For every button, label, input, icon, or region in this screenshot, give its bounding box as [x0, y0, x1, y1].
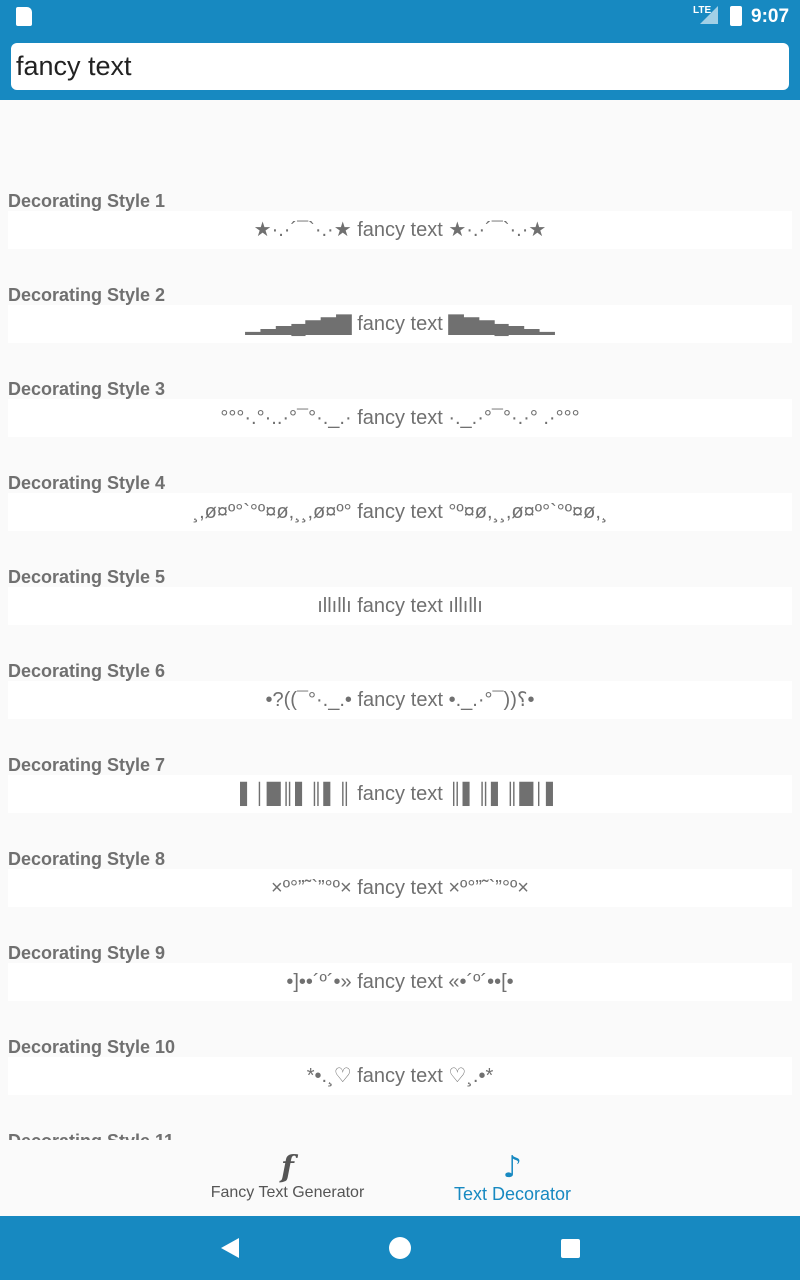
style-label: Decorating Style 9	[8, 943, 166, 963]
style-label: Decorating Style 11	[8, 1131, 174, 1140]
style-label: Decorating Style 2	[8, 285, 166, 305]
home-icon[interactable]	[389, 1237, 411, 1259]
style-label: Decorating Style 5	[8, 567, 166, 587]
style-label: Decorating Style 4	[8, 473, 166, 493]
battery-icon	[730, 6, 742, 26]
style-label: Decorating Style 10	[8, 1037, 176, 1057]
system-nav-bar	[0, 1216, 800, 1280]
recents-icon[interactable]	[561, 1239, 580, 1258]
bottom-tabs: f Fancy Text Generator ♪ Text Decorator	[0, 1140, 800, 1216]
app-bar	[0, 32, 800, 100]
decorated-text[interactable]: °°°·.°·..·°¯°·._.· fancy text ·._.·°¯°·.…	[8, 399, 792, 437]
music-note-icon: ♪	[502, 1150, 523, 1185]
decorated-text[interactable]: ▌│█║▌║▌║ fancy text ║▌║▌║█│▌	[8, 775, 792, 813]
status-bar: LTE 9:07	[0, 0, 800, 32]
decorated-text[interactable]: ¸,ø¤º°`°º¤ø,¸¸,ø¤º° fancy text °º¤ø,¸¸,ø…	[8, 493, 792, 531]
style-label: Decorating Style 8	[8, 849, 166, 869]
style-label: Decorating Style 3	[8, 379, 166, 399]
style-label: Decorating Style 1	[8, 191, 166, 211]
decorated-text[interactable]: *•.¸♡ fancy text ♡¸.•*	[8, 1057, 792, 1095]
decorated-text[interactable]: ıllıllı fancy text ıllıllı	[8, 587, 792, 625]
decorated-text[interactable]: •?((¯°·._.• fancy text •._.·°¯))؟•	[8, 681, 792, 719]
back-icon[interactable]	[221, 1238, 239, 1258]
decorated-text[interactable]: ×º°”˜`”°º× fancy text ×º°”˜`”°º×	[8, 869, 792, 907]
script-f-icon: f	[281, 1150, 294, 1185]
tab-text-decorator[interactable]: ♪ Text Decorator	[400, 1140, 625, 1216]
sd-card-icon	[16, 7, 32, 26]
decorated-text[interactable]: ▁▂▃▄▅▆▇ fancy text ▇▆▅▄▃▂▁	[8, 305, 792, 343]
decorated-text[interactable]: •]••´º´•» fancy text «•´º´••[•	[8, 963, 792, 1001]
clock: 9:07	[751, 6, 790, 27]
style-label: Decorating Style 7	[8, 755, 166, 775]
decorated-text[interactable]: ★·.·´¯`·.·★ fancy text ★·.·´¯`·.·★	[8, 211, 792, 249]
style-label: Decorating Style 6	[8, 661, 166, 681]
search-input[interactable]	[11, 43, 789, 90]
tab-fancy-text-generator[interactable]: f Fancy Text Generator	[175, 1140, 400, 1216]
decoration-list: Decorating Style 1 ★·.·´¯`·.·★ fancy text…	[0, 100, 800, 1140]
signal-icon	[700, 6, 718, 24]
